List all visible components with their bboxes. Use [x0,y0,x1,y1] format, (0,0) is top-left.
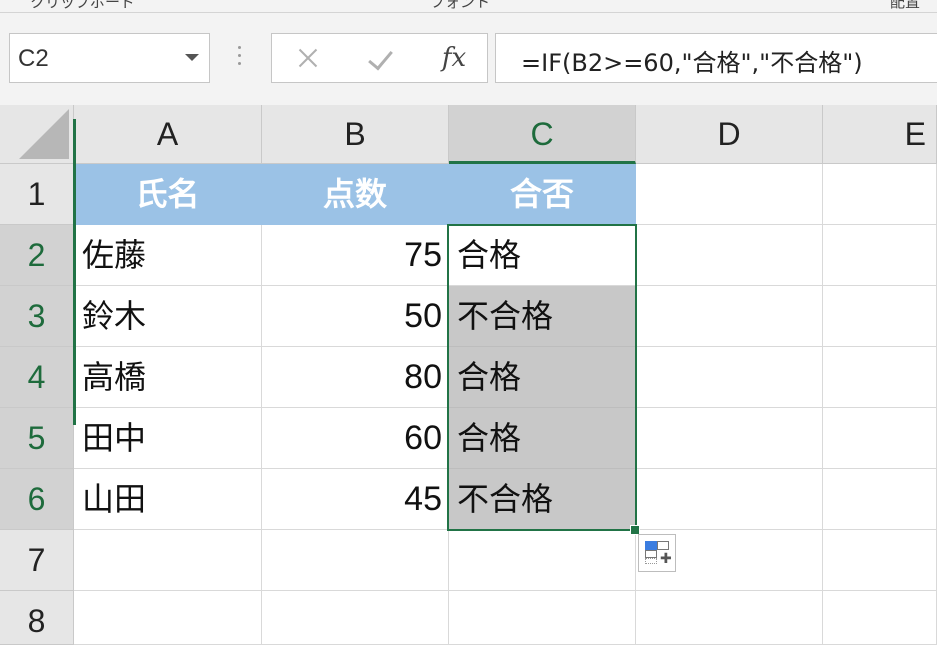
column-header-b[interactable]: B [262,105,449,164]
cell-e6[interactable] [823,469,937,530]
cell-c6[interactable]: 不合格 [449,469,636,530]
cell-d5[interactable] [636,408,823,469]
row-header-1[interactable]: 1 [0,164,74,225]
cell-b2[interactable]: 75 [262,225,449,286]
row-header-4[interactable]: 4 [0,347,74,408]
cell-c2[interactable]: 合格 [449,225,636,286]
cell-c1[interactable]: 合否 [449,164,636,225]
cell-b5[interactable]: 60 [262,408,449,469]
cell-b7[interactable] [262,530,449,591]
select-all-button[interactable] [0,105,74,164]
insert-function-button[interactable]: fx [424,34,484,82]
cell-b6[interactable]: 45 [262,469,449,530]
chevron-down-icon[interactable] [185,54,199,61]
column-header-a[interactable]: A [74,105,262,164]
cell-e1[interactable] [823,164,937,225]
cell-d3[interactable] [636,286,823,347]
cell-b4[interactable]: 80 [262,347,449,408]
cell-c4[interactable]: 合格 [449,347,636,408]
cell-d6[interactable] [636,469,823,530]
row-header-5[interactable]: 5 [0,408,74,469]
cell-c7[interactable] [449,530,636,591]
ribbon-label-alignment: 配置 [890,0,921,11]
column-header-d[interactable]: D [636,105,823,164]
quick-analysis-icon[interactable]: ✚ [638,534,676,572]
row-header-3[interactable]: 3 [0,286,74,347]
cell-c5[interactable]: 合格 [449,408,636,469]
cell-a1[interactable]: 氏名 [74,164,262,225]
cell-e3[interactable] [823,286,937,347]
worksheet-grid: A B C D E 1 2 3 4 5 6 7 8 氏名 点数 合否 佐藤 75… [0,105,937,645]
ribbon-group-labels: クリップボード フォント 配置 [0,0,937,13]
row-header-8[interactable]: 8 [0,591,74,645]
cell-b3[interactable]: 50 [262,286,449,347]
cell-d4[interactable] [636,347,823,408]
cell-e4[interactable] [823,347,937,408]
row-header-2[interactable]: 2 [0,225,74,286]
check-icon[interactable] [352,34,412,82]
column-header-c[interactable]: C [449,105,636,164]
name-box[interactable]: C2 [9,33,210,83]
cell-b1[interactable]: 点数 [262,164,449,225]
formula-bar-area: C2 fx =IF(B2>=60,"合格","不合格") [0,13,937,105]
column-header-e[interactable]: E [823,105,937,164]
cell-b8[interactable] [262,591,449,645]
cell-c8[interactable] [449,591,636,645]
splitter-handle-icon[interactable] [238,46,242,72]
formula-input[interactable]: =IF(B2>=60,"合格","不合格") [495,33,937,83]
cell-a3[interactable]: 鈴木 [74,286,262,347]
formula-buttons: fx [271,33,488,83]
cell-a8[interactable] [74,591,262,645]
cell-d2[interactable] [636,225,823,286]
cell-e7[interactable] [823,530,937,591]
cell-a2[interactable]: 佐藤 [74,225,262,286]
name-box-value: C2 [18,45,49,72]
cell-e8[interactable] [823,591,937,645]
cell-a4[interactable]: 高橋 [74,347,262,408]
cell-e5[interactable] [823,408,937,469]
formula-text: =IF(B2>=60,"合格","不合格") [521,49,863,77]
row-header-6[interactable]: 6 [0,469,74,530]
cell-a6[interactable]: 山田 [74,469,262,530]
cell-a7[interactable] [74,530,262,591]
ribbon-label-clipboard: クリップボード [30,0,136,11]
cell-e2[interactable] [823,225,937,286]
cell-c3[interactable]: 不合格 [449,286,636,347]
ribbon-label-font: フォント [430,0,491,11]
row-header-7[interactable]: 7 [0,530,74,591]
cell-a5[interactable]: 田中 [74,408,262,469]
cell-d1[interactable] [636,164,823,225]
copy-range-edge [73,119,76,425]
close-icon[interactable] [280,34,340,82]
cell-d8[interactable] [636,591,823,645]
